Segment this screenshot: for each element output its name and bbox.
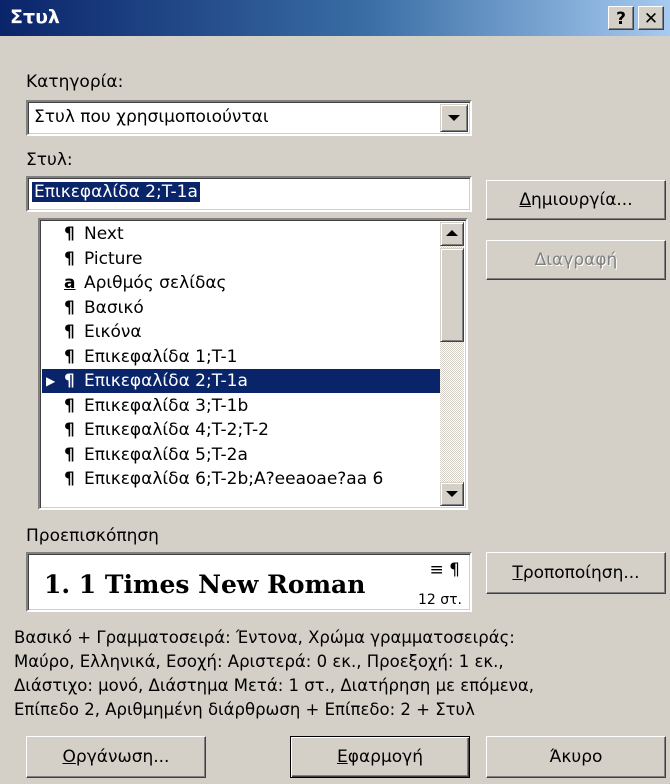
style-description: Βασικό + Γραμματοσειρά: Έντονα, Χρώμα γρ… xyxy=(14,626,664,722)
style-list-item[interactable]: ¶ Επικεφαλίδα 1;T-1 xyxy=(42,345,442,369)
category-value: Στυλ που χρησιμοποιούνται xyxy=(34,107,269,127)
style-list-item-label: Επικεφαλίδα 3;T-1b xyxy=(84,395,249,416)
style-list-item-label: Picture xyxy=(84,248,143,269)
style-list-item-label: Εικόνα xyxy=(84,322,142,342)
style-list-item[interactable]: a Αριθμός σελίδας xyxy=(42,271,442,295)
style-list-item[interactable]: ¶ Επικεφαλίδα 6;T-2b;A?eeaoae?aa 6 xyxy=(42,467,442,491)
paragraph-style-icon: ¶ xyxy=(64,371,75,391)
style-dialog: Στυλ ? ✕ Κατηγορία: Στυλ που χρησιμοποιο… xyxy=(0,0,670,784)
dialog-title: Στυλ xyxy=(10,6,60,28)
paragraph-style-icon: ¶ xyxy=(64,395,75,416)
chevron-down-icon xyxy=(448,115,460,121)
paragraph-style-icon: ¶ xyxy=(64,346,75,367)
style-list-item-label: Επικεφαλίδα 5;T-2a xyxy=(84,444,248,465)
preview-font-size: 12 στ. xyxy=(417,592,462,608)
style-list-item[interactable]: ¶ Επικεφαλίδα 5;T-2a xyxy=(42,443,442,467)
description-line: Μαύρο, Ελληνικά, Εσοχή: Αριστερά: 0 εκ.,… xyxy=(14,652,504,671)
style-list-item-label: Επικεφαλίδα 1;T-1 xyxy=(84,346,238,367)
organizer-button-label: Οργάνωση... xyxy=(62,747,170,767)
style-list-item-label: Βασικό xyxy=(84,297,144,318)
apply-button[interactable]: Εφαρμογή xyxy=(290,736,470,778)
new-style-button[interactable]: Δημιουργία... xyxy=(486,180,666,220)
scroll-down-button[interactable] xyxy=(440,482,464,506)
style-list-item-label: Επικεφαλίδα 4;T-2;T-2 xyxy=(84,420,269,440)
scroll-thumb[interactable] xyxy=(440,248,464,342)
paragraph-style-icon: ¶ xyxy=(64,469,75,489)
category-combobox[interactable]: Στυλ που χρησιμοποιούνται xyxy=(26,100,472,136)
style-name-input[interactable]: Επικεφαλίδα 2;T-1a xyxy=(26,176,472,212)
paragraph-style-icon: ¶ xyxy=(64,248,75,269)
style-name-value: Επικεφαλίδα 2;T-1a xyxy=(32,182,200,202)
style-list-item-label: Αριθμός σελίδας xyxy=(84,273,227,293)
title-bar[interactable]: Στυλ ? ✕ xyxy=(0,0,670,36)
preview-box: 1. 1 Times New Roman ≡ ¶ 12 στ. xyxy=(26,552,472,612)
paragraph-style-icon: ¶ xyxy=(64,224,75,244)
arrow-up-icon xyxy=(446,230,458,236)
style-list-item-label: Next xyxy=(84,224,124,244)
modify-style-button[interactable]: Τροποποίηση... xyxy=(486,552,666,594)
cancel-button-label: Άκυρο xyxy=(549,747,603,767)
preview-sample-text: 1. 1 Times New Roman xyxy=(44,570,366,599)
paragraph-style-icon: ¶ xyxy=(64,420,75,440)
selected-arrow-icon: ▶ xyxy=(46,374,56,388)
modify-style-button-label: Τροποποίηση... xyxy=(512,563,640,583)
paragraph-style-icon: ¶ xyxy=(64,322,75,342)
styles-list-scrollbar[interactable] xyxy=(440,222,464,506)
style-list-item[interactable]: ▶ ¶ Επικεφαλίδα 2;T-1a xyxy=(42,369,442,393)
paragraph-style-icon: ¶ xyxy=(64,444,75,465)
apply-button-label: Εφαρμογή xyxy=(336,747,423,767)
description-line: Διάστιχο: μονό, Διάστημα Μετά: 1 στ., Δι… xyxy=(14,676,534,695)
preview-label: Προεπισκόπηση xyxy=(26,526,159,546)
category-dropdown-button[interactable] xyxy=(440,104,468,132)
delete-style-button[interactable]: Διαγραφή xyxy=(486,240,666,280)
style-list-item[interactable]: ¶ Επικεφαλίδα 3;T-1b xyxy=(42,394,442,418)
organizer-button[interactable]: Οργάνωση... xyxy=(26,736,206,778)
category-label: Κατηγορία: xyxy=(26,72,124,92)
arrow-down-icon xyxy=(446,491,458,497)
style-list-item[interactable]: ¶ Next xyxy=(42,222,442,246)
delete-style-button-label: Διαγραφή xyxy=(534,250,618,270)
description-line: Βασικό + Γραμματοσειρά: Έντονα, Χρώμα γρ… xyxy=(14,628,515,647)
style-list-item-label: Επικεφαλίδα 6;T-2b;A?eeaoae?aa 6 xyxy=(84,469,384,489)
help-button[interactable]: ? xyxy=(608,6,634,30)
style-list-item-label: Επικεφαλίδα 2;T-1a xyxy=(84,371,248,391)
styles-label: Στυλ: xyxy=(26,150,73,170)
style-list-item[interactable]: ¶ Picture xyxy=(42,247,442,271)
paragraph-style-icon: ¶ xyxy=(64,297,75,318)
paragraph-mark-icon: ≡ ¶ xyxy=(429,560,460,580)
scroll-up-button[interactable] xyxy=(440,222,464,246)
styles-list[interactable]: ¶ Next ¶ Picture a Αριθμός σελίδας ¶ Βασικό ¶ Εικ… xyxy=(38,218,468,510)
style-list-item[interactable]: ¶ Εικόνα xyxy=(42,320,442,344)
new-style-button-label: Δημιουργία... xyxy=(519,190,633,210)
style-list-item[interactable]: ¶ Επικεφαλίδα 4;T-2;T-2 xyxy=(42,418,442,442)
close-button[interactable]: ✕ xyxy=(638,6,664,30)
cancel-button[interactable]: Άκυρο xyxy=(486,736,666,778)
style-list-item[interactable]: ¶ Βασικό xyxy=(42,296,442,320)
description-line: Επίπεδο 2, Αριθμημένη διάρθρωση + Επίπεδ… xyxy=(14,700,475,719)
character-style-icon: a xyxy=(64,273,76,293)
